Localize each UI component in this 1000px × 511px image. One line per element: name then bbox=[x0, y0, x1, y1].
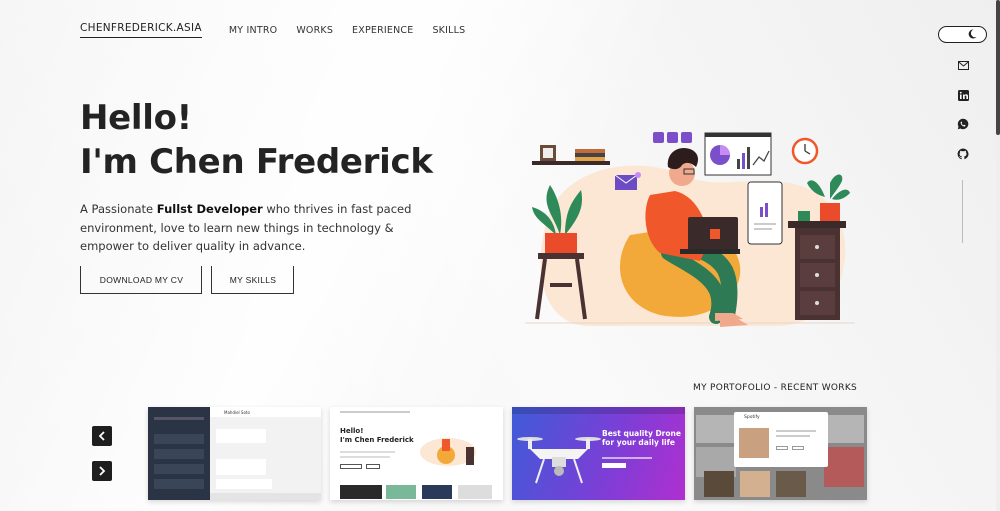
modal-header: Spotify bbox=[744, 415, 760, 420]
drone-headline: Best quality Drone for your daily life bbox=[602, 429, 681, 447]
hero-title: Hello! I'm Chen Frederick bbox=[80, 96, 433, 184]
profile-modal: Spotify bbox=[734, 412, 828, 467]
portfolio-card-drone-landing[interactable]: Best quality Drone for your daily life bbox=[512, 407, 685, 500]
portfolio-card-chat-app[interactable]: Mahdiel Soto bbox=[148, 407, 321, 500]
linkedin-link[interactable] bbox=[955, 87, 971, 103]
chat-header: Mahdiel Soto bbox=[210, 407, 321, 417]
intro-highlight: Fullst Developer bbox=[156, 202, 263, 216]
top-nav: CHENFREDERICK.ASIA MY INTRO WORKS EXPERI… bbox=[80, 22, 484, 38]
mail-link[interactable] bbox=[955, 57, 971, 73]
portfolio-section-title: MY PORTOFOLIO - RECENT WORKS bbox=[693, 383, 858, 393]
hero-title-line2: I'm Chen Frederick bbox=[80, 142, 433, 182]
whatsapp-icon bbox=[957, 118, 969, 130]
chevron-left-icon bbox=[98, 431, 105, 441]
chat-sidebar bbox=[148, 407, 210, 500]
social-divider bbox=[962, 180, 963, 243]
portfolio-card-video-call-app[interactable]: Spotify bbox=[694, 407, 867, 500]
hero-title-line1: Hello! bbox=[80, 98, 192, 138]
chevron-right-icon bbox=[99, 466, 106, 476]
whatsapp-link[interactable] bbox=[955, 116, 971, 132]
portfolio-card-portfolio-site[interactable]: Hello! I'm Chen Frederick bbox=[330, 407, 503, 500]
mail-icon bbox=[957, 60, 969, 70]
carousel-prev-button[interactable] bbox=[92, 426, 112, 446]
mini-hero-title: Hello! I'm Chen Frederick bbox=[340, 427, 414, 444]
hero-illustration bbox=[525, 132, 855, 327]
github-icon bbox=[957, 148, 969, 160]
theme-toggle[interactable] bbox=[938, 26, 987, 43]
nav-link-experience[interactable]: EXPERIENCE bbox=[352, 25, 413, 36]
carousel-next-button[interactable] bbox=[92, 461, 112, 481]
scrollbar[interactable] bbox=[996, 0, 1000, 511]
hero-intro: A Passionate Fullst Developer who thrive… bbox=[80, 200, 420, 256]
moon-icon bbox=[968, 29, 977, 39]
download-cv-button[interactable]: DOWNLOAD MY CV bbox=[80, 266, 202, 294]
drone-image bbox=[517, 437, 601, 484]
intro-prefix: A Passionate bbox=[80, 202, 157, 216]
linkedin-icon bbox=[957, 89, 969, 101]
mini-illustration bbox=[420, 438, 476, 466]
my-skills-button[interactable]: MY SKILLS bbox=[211, 266, 294, 294]
nav-link-my-intro[interactable]: MY INTRO bbox=[229, 25, 277, 36]
scrollbar-thumb[interactable] bbox=[996, 0, 1000, 135]
github-link[interactable] bbox=[955, 146, 971, 162]
nav-link-works[interactable]: WORKS bbox=[296, 25, 333, 36]
nav-link-skills[interactable]: SKILLS bbox=[432, 25, 465, 36]
brand-link[interactable]: CHENFREDERICK.ASIA bbox=[80, 22, 202, 38]
